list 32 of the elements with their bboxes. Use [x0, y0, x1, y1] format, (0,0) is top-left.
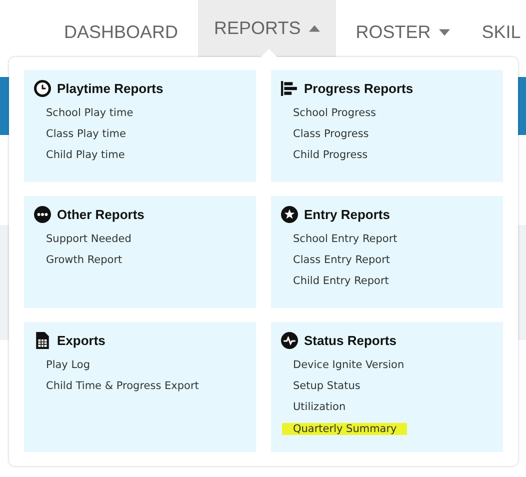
section-heading: Status Reports: [304, 333, 396, 348]
report-link[interactable]: School Entry Report: [282, 232, 408, 245]
report-link[interactable]: Quarterly Summary: [282, 422, 407, 435]
report-link[interactable]: School Play time: [35, 106, 144, 119]
nav-tab[interactable]: SKIL: [466, 0, 526, 57]
section-heading: Other Reports: [57, 207, 144, 222]
report-link[interactable]: Play Log: [35, 358, 100, 371]
report-link[interactable]: Setup Status: [282, 380, 370, 392]
report-link[interactable]: Child Time & Progress Export: [35, 380, 209, 392]
report-link[interactable]: Class Play time: [35, 128, 136, 140]
nav-tab[interactable]: DASHBOARD: [48, 0, 194, 57]
spreadsheet-file-icon: [34, 332, 51, 349]
report-link[interactable]: Support Needed: [35, 232, 142, 245]
section-heading: Entry Reports: [304, 207, 390, 222]
report-link[interactable]: School Progress: [282, 106, 386, 119]
report-link[interactable]: Child Play time: [35, 149, 135, 162]
nav-tab[interactable]: REPORTS: [198, 0, 336, 57]
report-link[interactable]: Growth Report: [35, 254, 132, 266]
report-link[interactable]: Class Progress: [282, 128, 379, 140]
report-link[interactable]: Class Entry Report: [282, 254, 400, 266]
nav-tab[interactable]: ROSTER: [340, 0, 466, 57]
ellipsis-icon: [34, 206, 51, 223]
report-link[interactable]: Utilization: [282, 401, 356, 414]
heartbeat-icon: [281, 332, 298, 349]
report-link[interactable]: Child Progress: [282, 149, 378, 162]
report-link[interactable]: Child Entry Report: [282, 275, 399, 288]
report-link[interactable]: Device Ignite Version: [282, 358, 414, 371]
clock-icon: [34, 80, 51, 97]
section-heading: Playtime Reports: [57, 81, 164, 96]
bar-chart-icon: [281, 80, 298, 97]
section-heading: Progress Reports: [304, 81, 414, 96]
section-heading: Exports: [57, 333, 106, 348]
